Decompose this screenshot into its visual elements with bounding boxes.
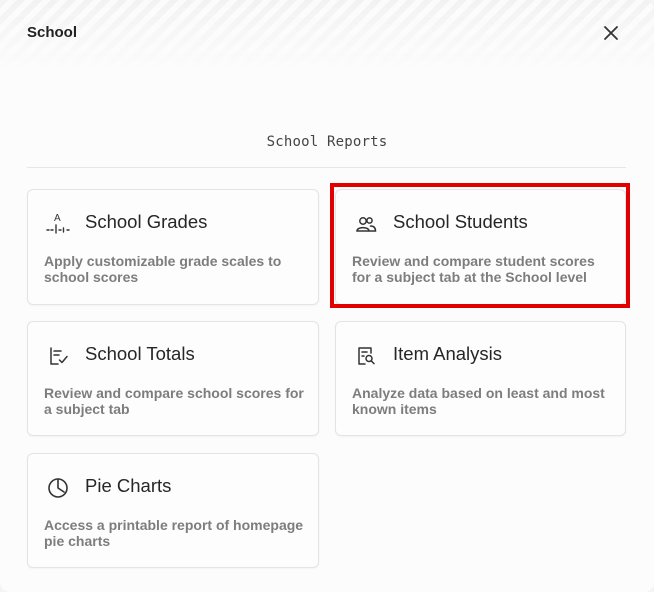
card-title: School Grades <box>85 211 208 232</box>
pie-charts-card[interactable]: Pie Charts Access a printable report of … <box>27 453 319 568</box>
card-description: Review and compare student scores for a … <box>352 253 595 285</box>
card-description: Analyze data based on least and most kno… <box>352 385 605 417</box>
card-title: School Students <box>393 211 528 232</box>
dialog-title: School <box>27 24 78 41</box>
card-title: School Totals <box>85 343 195 364</box>
document-search-icon <box>353 343 379 369</box>
section-divider <box>27 167 626 168</box>
card-title: Item Analysis <box>393 343 502 364</box>
card-description: Apply customizable grade scales to schoo… <box>44 253 282 285</box>
grade-scale-icon: A <box>45 211 71 237</box>
pie-chart-icon <box>45 475 71 501</box>
close-icon <box>604 26 618 40</box>
school-students-card[interactable]: School Students Review and compare stude… <box>335 189 626 305</box>
item-analysis-card[interactable]: Item Analysis Analyze data based on leas… <box>335 321 626 436</box>
school-grades-card[interactable]: A School Grades Apply customizable grade… <box>27 189 319 305</box>
school-totals-card[interactable]: School Totals Review and compare school … <box>27 321 319 436</box>
card-description: Access a printable report of homepage pi… <box>44 517 304 549</box>
students-icon <box>353 211 379 237</box>
card-description: Review and compare school scores for a s… <box>44 385 304 417</box>
section-title: School Reports <box>266 134 388 150</box>
card-title: Pie Charts <box>85 475 172 496</box>
close-button[interactable] <box>598 20 624 46</box>
school-dialog: School School Reports A School Grades Ap… <box>0 0 654 592</box>
svg-text:A: A <box>54 213 61 224</box>
checklist-icon <box>45 343 71 369</box>
